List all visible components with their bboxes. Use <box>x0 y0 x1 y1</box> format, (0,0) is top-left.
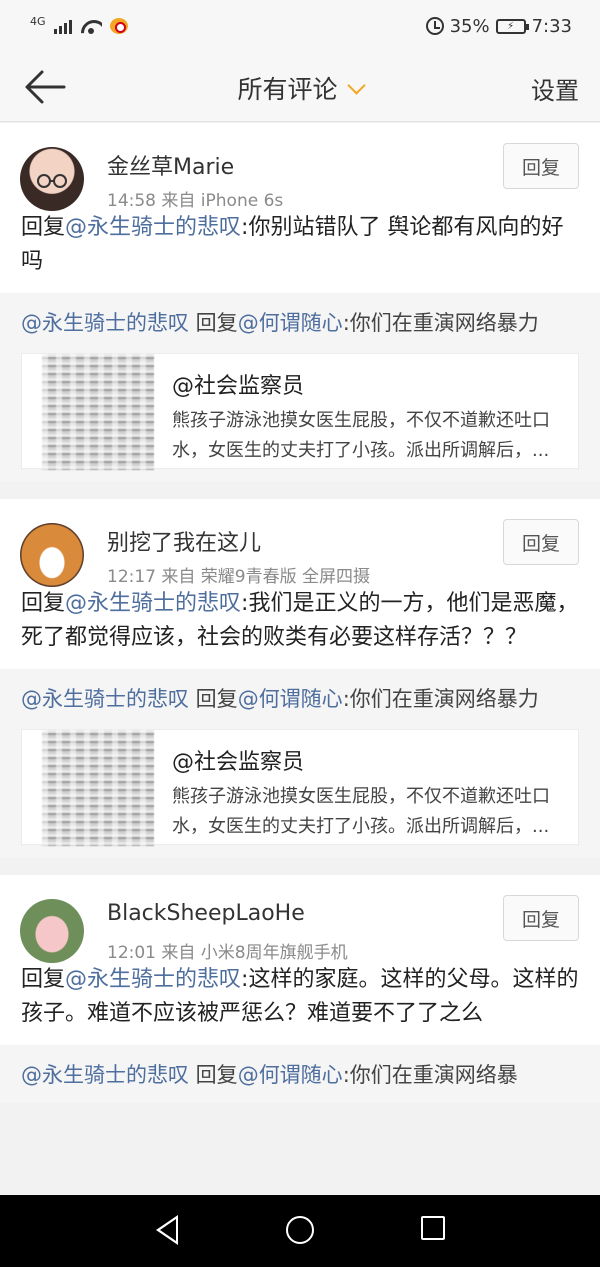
original-post-excerpt: 熊孩子游泳池摸女医生屁股，不仅不道歉还吐口水，女医生的丈夫打了小孩。派出所调解后… <box>172 786 550 837</box>
mention-link[interactable]: @何谓随心 <box>238 311 343 335</box>
original-post-author: @社会监察员 <box>172 750 305 775</box>
original-post-author: @社会监察员 <box>172 374 305 399</box>
comment-text: 回复@永生骑士的悲叹:你别站错队了 舆论都有风向的好吗 <box>21 215 564 274</box>
comment-card: 别挖了我在这儿 12:17 来自 荣耀9青春版 全屏四摄 回复 回复@永生骑士的… <box>0 499 600 857</box>
mention-link[interactable]: @何谓随心 <box>238 1063 343 1087</box>
comment: BlackSheepLaoHe 12:01 来自 小米8周年旗舰手机 回复 回复… <box>0 875 600 1045</box>
reply-button[interactable]: 回复 <box>503 143 579 189</box>
nav-back-icon[interactable] <box>156 1215 178 1245</box>
glasses-icon <box>37 174 67 188</box>
original-post-card[interactable]: @社会监察员 熊孩子游泳池摸女医生屁股，不仅不道歉还吐口水，女医生的丈夫打了小孩… <box>21 729 579 846</box>
status-bar: 4G 35% ⚡ 7:33 <box>0 0 600 52</box>
quoted-reply-text: @永生骑士的悲叹 回复@何谓随心:你们在重演网络暴力 <box>21 687 539 711</box>
top-bar: 所有评论 设置 <box>0 52 600 122</box>
alarm-icon <box>425 17 444 35</box>
mention-link[interactable]: @永生骑士的悲叹 <box>21 1063 189 1087</box>
avatar[interactable] <box>20 899 84 963</box>
mention-link[interactable]: @永生骑士的悲叹 <box>65 591 241 616</box>
comment-card: BlackSheepLaoHe 12:01 来自 小米8周年旗舰手机 回复 回复… <box>0 875 600 1103</box>
avatar[interactable] <box>20 147 84 211</box>
comment-list[interactable]: 金丝草Marie 14:58 来自 iPhone 6s 回复 回复@永生骑士的悲… <box>0 123 600 1195</box>
wifi-icon <box>80 18 102 34</box>
comment-filter-dropdown[interactable]: 所有评论 <box>0 70 600 106</box>
mention-link[interactable]: @永生骑士的悲叹 <box>65 215 241 240</box>
post-thumbnail <box>42 354 154 470</box>
divider <box>0 857 600 875</box>
comment-meta: 12:17 来自 荣耀9青春版 全屏四摄 <box>107 567 371 587</box>
comment-card: 金丝草Marie 14:58 来自 iPhone 6s 回复 回复@永生骑士的悲… <box>0 123 600 481</box>
divider <box>0 481 600 499</box>
comment: 金丝草Marie 14:58 来自 iPhone 6s 回复 回复@永生骑士的悲… <box>0 123 600 293</box>
nav-recents-icon[interactable] <box>421 1216 445 1240</box>
quoted-reply[interactable]: @永生骑士的悲叹 回复@何谓随心:你们在重演网络暴力 @社会监察员 熊孩子游泳池… <box>0 293 600 481</box>
mention-link[interactable]: @何谓随心 <box>238 687 343 711</box>
mention-link[interactable]: @永生骑士的悲叹 <box>65 967 241 992</box>
username[interactable]: 别挖了我在这儿 <box>107 525 261 557</box>
battery-icon: ⚡ <box>495 18 529 34</box>
reply-button[interactable]: 回复 <box>503 895 579 941</box>
settings-button[interactable]: 设置 <box>531 71 579 106</box>
quoted-reply[interactable]: @永生骑士的悲叹 回复@何谓随心:你们在重演网络暴 <box>0 1045 600 1103</box>
original-post-excerpt: 熊孩子游泳池摸女医生屁股，不仅不道歉还吐口水，女医生的丈夫打了小孩。派出所调解后… <box>172 410 550 461</box>
page-title: 所有评论 <box>237 75 338 104</box>
avatar[interactable] <box>20 523 84 587</box>
comment: 别挖了我在这儿 12:17 来自 荣耀9青春版 全屏四摄 回复 回复@永生骑士的… <box>0 499 600 669</box>
mention-link[interactable]: @永生骑士的悲叹 <box>21 687 189 711</box>
chevron-down-icon <box>346 76 366 95</box>
reply-button[interactable]: 回复 <box>503 519 579 565</box>
quoted-reply-text: @永生骑士的悲叹 回复@何谓随心:你们在重演网络暴 <box>21 1063 518 1087</box>
quoted-reply[interactable]: @永生骑士的悲叹 回复@何谓随心:你们在重演网络暴力 @社会监察员 熊孩子游泳池… <box>0 669 600 857</box>
comment-meta: 12:01 来自 小米8周年旗舰手机 <box>107 943 348 963</box>
network-type: 4G <box>30 14 46 28</box>
original-post-card[interactable]: @社会监察员 熊孩子游泳池摸女医生屁股，不仅不道歉还吐口水，女医生的丈夫打了小孩… <box>21 353 579 470</box>
username[interactable]: 金丝草Marie <box>107 149 234 181</box>
system-navigation-bar <box>0 1195 600 1267</box>
username[interactable]: BlackSheepLaoHe <box>107 901 305 926</box>
quoted-reply-text: @永生骑士的悲叹 回复@何谓随心:你们在重演网络暴力 <box>21 311 539 335</box>
cell-signal-icon <box>53 18 72 34</box>
nav-home-icon[interactable] <box>286 1216 314 1244</box>
clock: 7:33 <box>531 15 572 37</box>
weibo-notification-icon <box>109 18 128 34</box>
comment-meta: 14:58 来自 iPhone 6s <box>107 191 284 211</box>
post-thumbnail <box>42 730 154 846</box>
mention-link[interactable]: @永生骑士的悲叹 <box>21 311 189 335</box>
battery-percent: 35% <box>449 15 490 37</box>
